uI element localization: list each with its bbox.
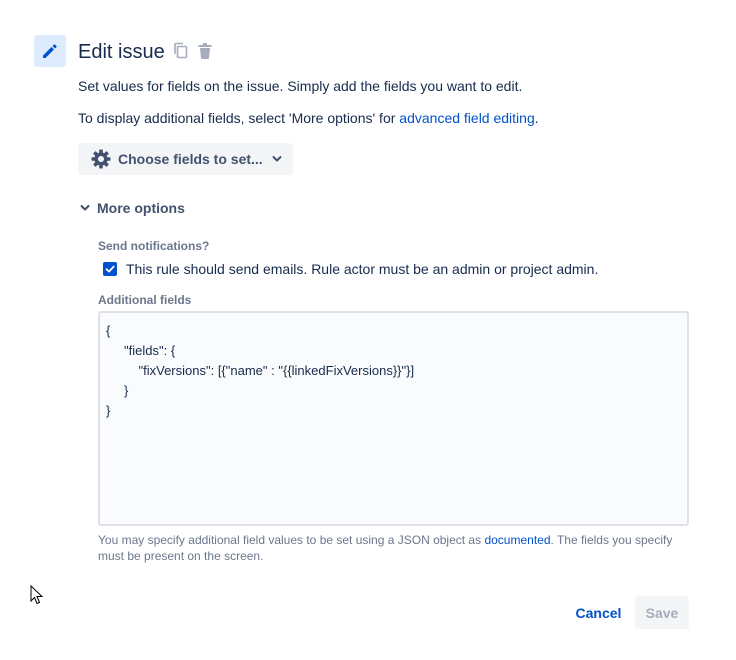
json-line: "fields": { (106, 343, 176, 358)
choose-fields-label: Choose fields to set... (118, 151, 263, 167)
description-line-1: Set values for fields on the issue. Simp… (78, 78, 523, 94)
save-button[interactable]: Save (635, 596, 689, 629)
title-actions (172, 41, 214, 61)
copy-icon[interactable] (172, 41, 190, 61)
additional-fields-help: You may specify additional field values … (98, 532, 688, 564)
edit-issue-panel: Edit issue Set values for fields on the … (0, 0, 736, 660)
gear-icon (90, 148, 112, 170)
additional-fields-label: Additional fields (98, 293, 192, 307)
json-line: "fixVersions": [{"name" : "{{linkedFixVe… (106, 363, 415, 378)
more-options-toggle[interactable]: More options (78, 198, 185, 218)
send-notifications-label: Send notifications? (98, 239, 210, 253)
description-line-2-suffix: . (534, 110, 539, 126)
pencil-icon (34, 35, 66, 67)
description-line-2: To display additional fields, select 'Mo… (78, 109, 539, 127)
advanced-field-editing-link[interactable]: advanced field editing (399, 110, 534, 126)
additional-fields-json-editor[interactable]: { "fields": { "fixVersions": [{"name" : … (98, 311, 689, 526)
more-options-label: More options (97, 200, 185, 216)
send-emails-checkbox[interactable] (103, 262, 117, 276)
choose-fields-button[interactable]: Choose fields to set... (78, 143, 293, 175)
send-emails-checkbox-label: This rule should send emails. Rule actor… (126, 261, 599, 277)
chevron-down-icon (78, 201, 92, 215)
documented-link[interactable]: documented (484, 533, 550, 547)
trash-icon[interactable] (196, 41, 214, 61)
help-text: You may specify additional field values … (98, 533, 485, 547)
page-title: Edit issue (78, 41, 165, 63)
chevron-down-icon (271, 153, 283, 165)
json-line: } (106, 403, 111, 418)
description-line-2-text: To display additional fields, select 'Mo… (78, 110, 400, 126)
json-line: } (106, 383, 129, 398)
json-line: { (106, 323, 111, 338)
cancel-button[interactable]: Cancel (568, 597, 629, 629)
send-emails-option[interactable]: This rule should send emails. Rule actor… (103, 261, 598, 277)
mouse-cursor-icon (30, 584, 44, 610)
checkmark-icon (105, 265, 115, 273)
